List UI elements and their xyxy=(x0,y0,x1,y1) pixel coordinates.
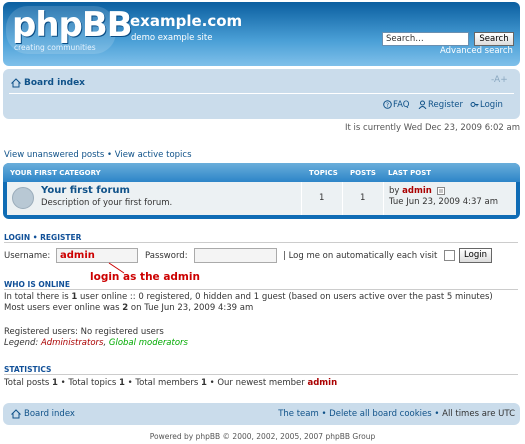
nav-divider xyxy=(9,93,514,94)
footer-separator: • xyxy=(318,409,330,419)
view-links: View unanswered posts • View active topi… xyxy=(4,150,192,160)
online-stats: In total there is 1 user online :: 0 reg… xyxy=(4,292,493,314)
stats-newest-label: • Our newest member xyxy=(206,378,308,388)
powered-by: Powered by phpBB © 2000, 2002, 2005, 200… xyxy=(149,432,376,441)
login-button[interactable]: Login xyxy=(459,248,492,263)
advanced-search-link[interactable]: Advanced search xyxy=(440,46,513,56)
home-icon xyxy=(11,409,21,419)
forum-description: Description of your first forum. xyxy=(41,198,173,208)
online-line1-a: In total there is xyxy=(4,292,72,302)
svg-text:?: ? xyxy=(386,102,389,109)
site-description: demo example site xyxy=(131,33,213,43)
section-divider xyxy=(4,289,518,290)
username-label: Username: xyxy=(4,251,51,261)
login-link[interactable]: Login xyxy=(480,100,503,110)
view-unanswered-link[interactable]: View unanswered posts xyxy=(4,150,104,160)
autologin-checkbox[interactable] xyxy=(444,250,455,261)
section-divider xyxy=(4,374,518,375)
login-heading-link[interactable]: LOGIN xyxy=(4,233,30,242)
column-separator xyxy=(383,182,384,215)
footer-separator: • xyxy=(431,409,443,419)
last-post-date: Tue Jun 23, 2009 4:37 am xyxy=(389,197,499,207)
logo-tagline: creating communities xyxy=(14,43,96,52)
legend-moderators-link[interactable]: Global moderators xyxy=(109,338,188,348)
annotation-text: login as the admin xyxy=(90,271,200,283)
category-heading[interactable]: YOUR FIRST CATEGORY xyxy=(10,169,101,177)
password-label: Password: xyxy=(145,251,188,261)
register-heading-link[interactable]: REGISTER xyxy=(40,233,81,242)
autologin-label: | Log me on automatically each visit xyxy=(283,251,438,261)
column-separator xyxy=(301,182,302,215)
username-field[interactable] xyxy=(56,248,138,263)
view-active-link[interactable]: View active topics xyxy=(115,150,192,160)
legend-label: Legend: xyxy=(4,338,41,348)
last-post-user-link[interactable]: admin xyxy=(402,186,432,196)
last-post-author: by admin xyxy=(389,186,445,196)
legend-administrators-link[interactable]: Administrators xyxy=(41,338,104,348)
register-link[interactable]: Register xyxy=(428,100,463,110)
stats-topics-label: • Total topics xyxy=(57,378,120,388)
navbar xyxy=(3,69,520,119)
site-logo[interactable]: phpBB xyxy=(12,8,133,42)
user-legend: Legend: Administrators, Global moderator… xyxy=(4,338,188,348)
login-heading-separator: • xyxy=(30,233,41,242)
stats-members-label: • Total members xyxy=(124,378,201,388)
search-input[interactable] xyxy=(382,32,469,46)
search-button[interactable]: Search xyxy=(474,32,514,46)
forum-topics-count: 1 xyxy=(319,193,325,203)
forum-read-icon xyxy=(12,187,34,209)
online-line2-a: Most users ever online was xyxy=(4,303,123,313)
site-title: example.com xyxy=(130,12,243,30)
column-separator xyxy=(342,182,343,215)
password-field[interactable] xyxy=(194,248,277,263)
view-latest-post-icon[interactable] xyxy=(436,186,445,195)
section-divider xyxy=(4,242,518,243)
font-size-control[interactable]: -A+ xyxy=(491,75,508,85)
board-index-link[interactable]: Board index xyxy=(24,78,85,88)
team-link[interactable]: The team xyxy=(278,409,319,419)
newest-member-link[interactable]: admin xyxy=(307,378,337,388)
timezone-text: All times are UTC xyxy=(442,409,515,419)
last-post-by-prefix: by xyxy=(389,186,403,196)
faq-link[interactable]: FAQ xyxy=(393,100,409,110)
registered-users: Registered users: No registered users xyxy=(4,327,164,337)
login-icon xyxy=(470,102,479,107)
column-topics: TOPICS xyxy=(309,169,338,177)
view-links-separator: • xyxy=(104,150,115,160)
faq-icon: ? xyxy=(383,100,392,109)
statistics-heading: STATISTICS xyxy=(4,365,52,374)
board-statistics: Total posts 1 • Total topics 1 • Total m… xyxy=(4,378,337,388)
footer-board-index-link[interactable]: Board index xyxy=(24,409,75,419)
home-icon xyxy=(11,78,21,88)
delete-cookies-link[interactable]: Delete all board cookies xyxy=(329,409,432,419)
current-time: It is currently Wed Dec 23, 2009 6:02 am xyxy=(344,123,520,133)
login-heading: LOGIN • REGISTER xyxy=(4,233,81,242)
register-icon xyxy=(418,100,427,109)
forum-name-link[interactable]: Your first forum xyxy=(41,185,130,196)
online-line2-b: on Tue Jun 23, 2009 4:39 am xyxy=(128,303,254,313)
who-is-online-heading: WHO IS ONLINE xyxy=(4,280,70,289)
forum-posts-count: 1 xyxy=(360,193,366,203)
footer-links: The team • Delete all board cookies • Al… xyxy=(278,409,515,419)
column-last-post: LAST POST xyxy=(388,169,432,177)
column-posts: POSTS xyxy=(350,169,376,177)
stats-posts-label: Total posts xyxy=(4,378,53,388)
online-line1-b: user online :: 0 registered, 0 hidden an… xyxy=(77,292,493,302)
